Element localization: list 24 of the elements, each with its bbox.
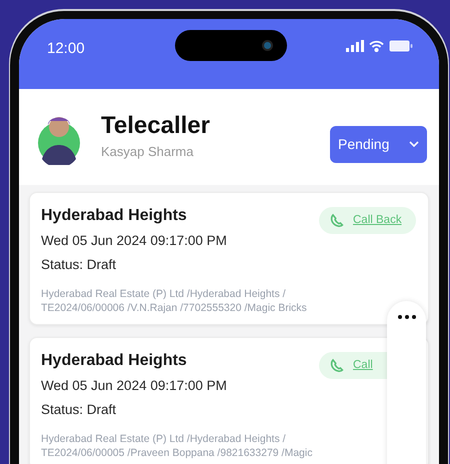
phone-icon — [329, 212, 345, 228]
lead-date: Wed 05 Jun 2024 09:17:00 PM — [41, 377, 227, 395]
lead-details: TE2024/06/00006 /V.N.Rajan /7702555320 /Magic Bricks — [41, 301, 307, 315]
lead-details: Hyderabad Real Estate (P) Ltd /Hyderabad Heights / — [41, 287, 286, 301]
lead-title: Hyderabad Heights — [41, 206, 188, 226]
lead-card[interactable]: Hyderabad Heights Wed 05 Jun 2024 09:17:00 PM Status: Draft Call Hyderabad Real Estate (P) Ltd /Hyderabad Heights / TE2024/06/00005 /Praveen Boppana /9821633279 /Magic — [29, 337, 429, 464]
camera-icon — [262, 40, 273, 51]
wifi-icon — [369, 40, 384, 52]
chevron-down-icon — [409, 141, 419, 147]
lead-title: Hyderabad Heights — [41, 351, 188, 371]
lead-status: Status: Draft — [41, 256, 118, 274]
phone-icon — [329, 358, 345, 374]
battery-icon — [389, 40, 413, 52]
lead-status: Status: Draft — [41, 401, 118, 419]
lead-date: Wed 05 Jun 2024 09:17:00 PM — [41, 232, 227, 250]
status-time: 12:00 — [47, 39, 85, 59]
profile-subtitle: Kasyap Sharma — [101, 143, 194, 162]
lead-card[interactable]: Hyderabad Heights Wed 05 Jun 2024 09:17:00 PM Status: Draft Call Back Hyderabad Real Estate (P) Ltd /Hyderabad Heights / TE2024/06/00006 /V.N.Rajan /7702555320 /Magic Bricks — [29, 192, 429, 325]
profile-title: Telecaller — [101, 112, 210, 140]
status-dropdown[interactable]: Pending — [330, 126, 427, 162]
signal-icon — [346, 40, 364, 52]
lead-details: Hyderabad Real Estate (P) Ltd /Hyderabad Heights / — [41, 432, 286, 446]
more-icon[interactable] — [398, 315, 416, 319]
lead-details: TE2024/06/00005 /Praveen Boppana /9821633279 /Magic — [41, 446, 312, 460]
